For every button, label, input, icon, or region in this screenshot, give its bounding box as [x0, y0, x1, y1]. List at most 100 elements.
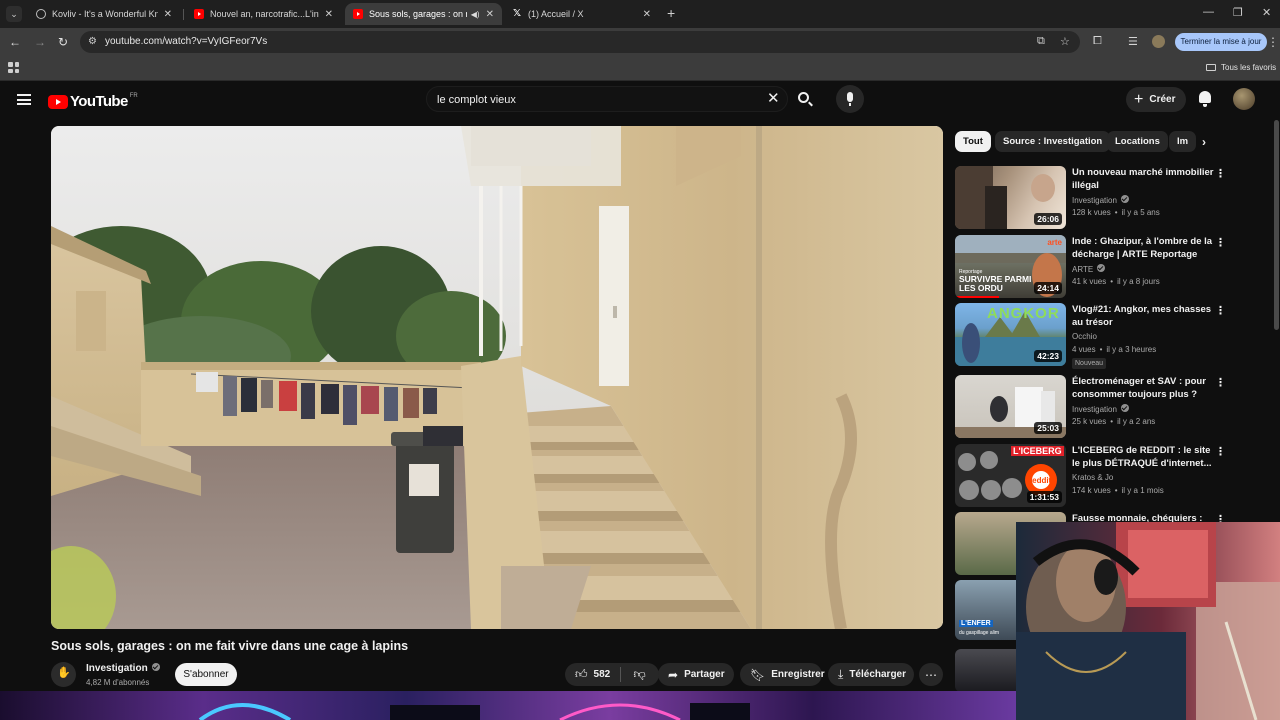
video-title[interactable]: L'ICEBERG de REDDIT : le site le plus DÉ…	[1072, 444, 1214, 470]
thumbs-up-icon[interactable]: 👍︎	[575, 667, 588, 682]
video-options-icon[interactable]: ⋮	[1215, 376, 1226, 389]
search-query[interactable]: le complot vieux	[437, 94, 516, 106]
thumbnail-text: L'ENFER	[959, 620, 993, 627]
site-info-icon[interactable]: ⚙	[88, 36, 97, 47]
channel-name-row[interactable]: ARTE	[1072, 264, 1106, 274]
close-tab-icon[interactable]: ✕	[325, 9, 333, 20]
download-button[interactable]: ⤓ Télécharger	[828, 663, 914, 686]
tab-search-chevron-icon[interactable]: ⌄	[6, 6, 22, 22]
notifications-bell-icon[interactable]	[1198, 91, 1212, 108]
browser-toolbar: ← → ↻ ⚙ youtube.com/watch?v=VyIGFeor7Vs …	[0, 28, 1280, 56]
more-horizontal-icon: ⋯	[925, 667, 937, 682]
new-badge: Nouveau	[1072, 358, 1107, 369]
browser-tab-active[interactable]: Sous sols, garages : on me ◀) ✕	[345, 3, 502, 25]
chips-next-arrow-icon[interactable]: ›	[1202, 135, 1206, 149]
video-title[interactable]: Vlog#21: Angkor, mes chasses au trésor	[1072, 303, 1214, 329]
share-button[interactable]: ➦ Partager	[658, 663, 734, 686]
back-arrow-icon[interactable]: ←	[9, 35, 21, 49]
url-text[interactable]: youtube.com/watch?v=VyIGFeor7Vs	[105, 36, 267, 47]
video-title[interactable]: Un nouveau marché immobilier illégal	[1072, 166, 1214, 192]
video-options-icon[interactable]: ⋮	[1215, 236, 1226, 249]
close-tab-icon[interactable]: ✕	[643, 9, 651, 20]
channel-name[interactable]: Investigation	[1072, 405, 1117, 414]
video-thumbnail[interactable]: Reportage SURVIVRE PARMI LES ORDU arte 2…	[955, 235, 1066, 298]
chip-all[interactable]: Tout	[955, 131, 991, 152]
video-options-icon[interactable]: ⋮	[1215, 167, 1226, 180]
install-app-icon[interactable]: ⧉	[1037, 35, 1045, 48]
browser-tab-narcotrafic[interactable]: Nouvel an, narcotrafic...L'interv ✕	[186, 3, 341, 25]
chip-source-investigation[interactable]: Source : Investigation	[995, 131, 1111, 152]
channel-name[interactable]: ARTE	[1072, 265, 1093, 274]
view-count: 128 k vues	[1072, 208, 1111, 217]
page-scrollbar[interactable]	[1274, 120, 1279, 330]
bookmark-star-icon[interactable]: ☆	[1060, 35, 1070, 48]
tab-title: (1) Accueil / X	[528, 9, 584, 19]
view-count: 41 k vues	[1072, 277, 1107, 286]
share-arrow-icon: ➦	[668, 667, 679, 682]
recommended-video[interactable]: 26:06 Un nouveau marché immobilier illég…	[955, 166, 1226, 230]
hamburger-menu-icon[interactable]	[17, 94, 31, 105]
video-options-icon[interactable]: ⋮	[1215, 304, 1226, 317]
reload-icon[interactable]: ↻	[58, 35, 68, 49]
youtube-logo[interactable]: YouTube FR	[48, 93, 138, 110]
channel-name-row[interactable]: Investigation	[1072, 404, 1129, 414]
recommended-video[interactable]: 25:03 Électroménager et SAV : pour conso…	[955, 375, 1226, 439]
recommended-video[interactable]: L'ICEBERG reddit 1:31:53 L'ICEBERG de RE…	[955, 444, 1226, 508]
chip-locations[interactable]: Locations	[1107, 131, 1168, 152]
recommended-video[interactable]: Reportage SURVIVRE PARMI LES ORDU arte 2…	[955, 235, 1226, 299]
channel-name-row[interactable]: Investigation	[86, 663, 160, 674]
video-thumbnail[interactable]: ANGKOR 42:23	[955, 303, 1066, 366]
channel-name[interactable]: Investigation	[86, 663, 148, 674]
close-window-icon[interactable]: ✕	[1262, 6, 1271, 19]
subscribe-button[interactable]: S'abonner	[175, 663, 237, 686]
browser-tab-kovliv[interactable]: Kovliv - It's a Wonderful Knife [ ✕	[28, 3, 180, 25]
thumbs-down-icon[interactable]: 👎︎	[634, 667, 646, 682]
video-title[interactable]: Électroménager et SAV : pour consommer t…	[1072, 375, 1214, 401]
browser-tab-x[interactable]: 𝕏 (1) Accueil / X ✕	[504, 3, 659, 25]
maximize-icon[interactable]: ❐	[1233, 6, 1243, 19]
profile-avatar[interactable]	[1152, 35, 1165, 48]
upload-age: il y a 3 heures	[1106, 345, 1157, 354]
search-icon	[798, 92, 809, 103]
update-button[interactable]: Terminer la mise à jour	[1175, 33, 1267, 51]
reading-list-icon[interactable]: ☰	[1128, 35, 1138, 48]
chip-more[interactable]: Im	[1169, 131, 1197, 152]
video-thumbnail[interactable]: L'ICEBERG reddit 1:31:53	[955, 444, 1066, 507]
minimize-icon[interactable]: —	[1203, 6, 1214, 18]
speaker-icon[interactable]: ◀)	[471, 10, 480, 19]
search-button[interactable]	[790, 87, 820, 111]
download-label: Télécharger	[849, 669, 907, 680]
video-thumbnail[interactable]: 25:03	[955, 375, 1066, 438]
reddit-logo: reddit	[1029, 476, 1052, 485]
apps-grid-icon[interactable]	[8, 62, 19, 73]
search-input[interactable]: le complot vieux ✕	[426, 86, 788, 112]
new-tab-icon[interactable]: +	[667, 5, 675, 21]
account-avatar[interactable]	[1233, 88, 1255, 110]
more-actions-button[interactable]: ⋯	[919, 663, 943, 686]
close-tab-icon[interactable]: ✕	[486, 9, 494, 20]
upload-age: il y a 8 jours	[1117, 277, 1160, 286]
voice-search-button[interactable]	[836, 85, 864, 113]
recommended-video[interactable]: ANGKOR 42:23 Vlog#21: Angkor, mes chasse…	[955, 303, 1226, 369]
extensions-puzzle-icon[interactable]: ⧠	[1093, 35, 1102, 48]
close-tab-icon[interactable]: ✕	[164, 9, 172, 20]
create-button[interactable]: + Créer	[1126, 87, 1186, 112]
video-player[interactable]	[51, 126, 943, 629]
tab-title: Sous sols, garages : on me	[369, 9, 467, 19]
channel-name[interactable]: Kratos & Jo	[1072, 473, 1113, 482]
channel-avatar[interactable]	[51, 662, 76, 687]
video-thumbnail[interactable]: 26:06	[955, 166, 1066, 229]
save-button[interactable]: 🔖︎ Enregistrer	[740, 663, 825, 686]
forward-arrow-icon[interactable]: →	[34, 35, 46, 49]
browser-menu-icon[interactable]: ⋮	[1267, 35, 1279, 49]
all-bookmarks-button[interactable]: Tous les favoris	[1206, 63, 1276, 72]
video-title[interactable]: Inde : Ghazipur, à l'ombre de la décharg…	[1072, 235, 1214, 261]
channel-name-row[interactable]: Investigation	[1072, 195, 1129, 205]
watch-progress-bar	[955, 296, 1000, 298]
clear-search-icon[interactable]: ✕	[767, 90, 780, 108]
channel-name[interactable]: Investigation	[1072, 196, 1117, 205]
video-options-icon[interactable]: ⋮	[1215, 445, 1226, 458]
address-bar[interactable]: ⚙ youtube.com/watch?v=VyIGFeor7Vs ⧉ ☆	[80, 31, 1080, 53]
verified-check-icon	[151, 663, 160, 671]
channel-name[interactable]: Occhio	[1072, 332, 1097, 341]
